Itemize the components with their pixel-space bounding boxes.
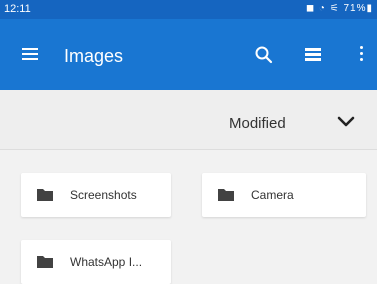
folder-item[interactable]: WhatsApp I...	[21, 240, 171, 284]
status-bar: 12:11 ◼ ◔ ⚟ 71%▮	[0, 0, 377, 19]
more-vert-icon[interactable]	[358, 46, 364, 64]
folder-icon	[218, 188, 234, 201]
folder-item[interactable]: Camera	[202, 173, 366, 217]
status-time: 12:11	[4, 3, 31, 15]
app-bar-title: Images	[64, 46, 124, 66]
folder-name: Camera	[251, 188, 294, 202]
folder-name: WhatsApp I...	[70, 255, 143, 269]
chevron-down-icon[interactable]	[336, 114, 356, 130]
search-icon[interactable]	[253, 44, 275, 66]
hamburger-menu-icon[interactable]	[22, 48, 38, 62]
folder-name: Screenshots	[70, 188, 137, 202]
status-icons: ◼ ◔ ⚟ 71%▮	[305, 3, 373, 14]
sort-label[interactable]: Modified	[229, 115, 286, 132]
app-bar: Images	[0, 19, 377, 90]
folder-item[interactable]: Screenshots	[21, 173, 171, 217]
folder-icon	[37, 188, 53, 201]
list-view-icon[interactable]	[305, 48, 321, 62]
folder-icon	[37, 255, 53, 268]
sort-bar: Modified	[0, 90, 377, 150]
